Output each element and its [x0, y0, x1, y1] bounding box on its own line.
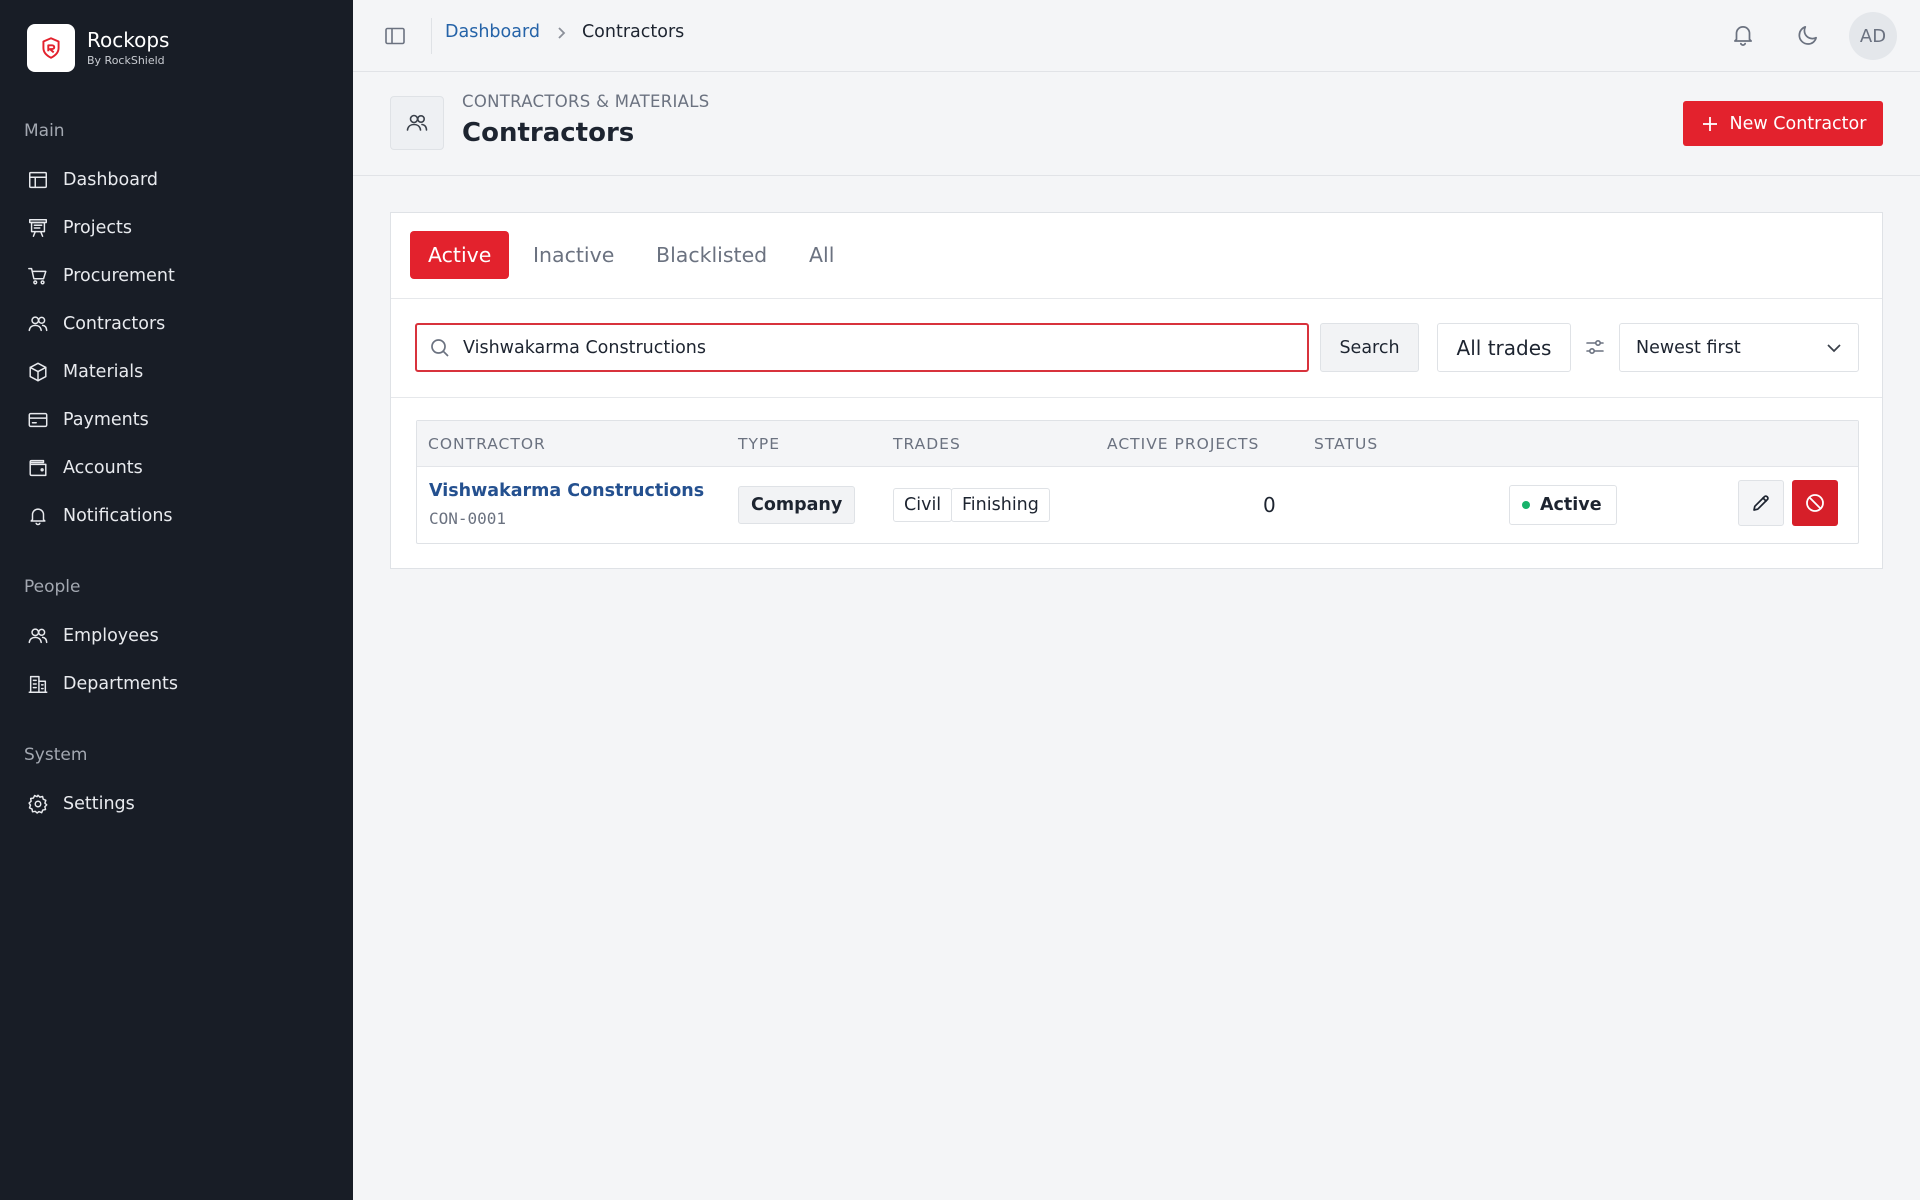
sidebar-item-procurement[interactable]: Procurement: [27, 261, 175, 291]
sidebar-item-label: Projects: [63, 218, 132, 238]
building-icon: [27, 673, 49, 695]
sidebar-item-dashboard[interactable]: Dashboard: [27, 165, 158, 195]
tab-all[interactable]: All: [809, 231, 834, 279]
trades-select[interactable]: All trades: [1437, 323, 1571, 372]
sidebar-item-contractors[interactable]: Contractors: [27, 309, 165, 339]
projects-icon: [27, 217, 49, 239]
column-header-active-projects[interactable]: ACTIVE PROJECTS: [1107, 435, 1259, 453]
search-field[interactable]: [415, 323, 1309, 372]
credit-card-icon: [27, 409, 49, 431]
sidebar-item-payments[interactable]: Payments: [27, 405, 149, 435]
sidebar-item-label: Accounts: [63, 458, 143, 478]
status-label: Active: [1540, 495, 1602, 515]
brand-subtitle: By RockShield: [87, 54, 165, 67]
contractors-table: CONTRACTOR TYPE TRADES ACTIVE PROJECTS S…: [416, 420, 1859, 544]
contractor-code: CON-0001: [429, 509, 507, 528]
avatar[interactable]: AD: [1849, 12, 1897, 60]
active-projects-count: 0: [1263, 493, 1276, 517]
nav-section-main: Main: [24, 121, 65, 141]
bell-icon[interactable]: [1730, 22, 1756, 48]
brand-logo-icon: [27, 24, 75, 72]
sidebar-item-settings[interactable]: Settings: [27, 789, 135, 819]
wallet-icon: [27, 457, 49, 479]
tab-inactive[interactable]: Inactive: [533, 231, 614, 279]
divider: [431, 18, 432, 54]
page-eyebrow: CONTRACTORS & MATERIALS: [462, 92, 710, 111]
sidebar: Rockops By RockShield Main Dashboard Pro…: [0, 0, 353, 1200]
sidebar-item-label: Contractors: [63, 314, 166, 334]
nav-section-people: People: [24, 577, 81, 597]
users-icon: [390, 96, 444, 150]
chevron-right-icon: [554, 25, 568, 39]
sidebar-item-projects[interactable]: Projects: [27, 213, 132, 243]
page-header: CONTRACTORS & MATERIALS Contractors New …: [353, 72, 1920, 176]
trade-badge: Finishing: [951, 488, 1050, 522]
sidebar-item-label: Payments: [63, 410, 149, 430]
bell-icon: [27, 505, 49, 527]
sidebar-item-label: Settings: [63, 794, 135, 814]
dashboard-icon: [27, 169, 49, 191]
users-icon: [27, 313, 49, 335]
users-icon: [27, 625, 49, 647]
sidebar-item-label: Materials: [63, 362, 144, 382]
breadcrumb-dashboard-link[interactable]: Dashboard: [445, 22, 540, 42]
sliders-icon[interactable]: [1583, 335, 1607, 359]
search-input[interactable]: [463, 337, 1283, 358]
status-tabs: Active Inactive Blacklisted All: [391, 213, 1882, 299]
edit-button[interactable]: [1738, 480, 1784, 526]
column-header-type[interactable]: TYPE: [738, 435, 780, 453]
sidebar-item-label: Notifications: [63, 506, 173, 526]
sidebar-item-notifications[interactable]: Notifications: [27, 501, 173, 531]
nav-section-system: System: [24, 745, 88, 765]
new-contractor-button[interactable]: New Contractor: [1683, 101, 1883, 146]
type-badge: Company: [738, 486, 856, 524]
tab-blacklisted[interactable]: Blacklisted: [656, 231, 767, 279]
sidebar-item-label: Dashboard: [63, 170, 158, 190]
brand-name: Rockops: [87, 28, 170, 52]
new-contractor-label: New Contractor: [1729, 113, 1867, 134]
column-header-contractor[interactable]: CONTRACTOR: [428, 435, 546, 453]
sidebar-item-label: Employees: [63, 626, 159, 646]
search-icon: [429, 337, 451, 359]
sort-select[interactable]: Newest first: [1619, 323, 1859, 372]
sidebar-item-materials[interactable]: Materials: [27, 357, 143, 387]
breadcrumb: Dashboard Contractors: [445, 22, 684, 42]
sidebar-item-departments[interactable]: Departments: [27, 669, 178, 699]
plus-icon: [1702, 116, 1717, 131]
contractors-card: Active Inactive Blacklisted All Search A…: [390, 212, 1883, 569]
moon-icon[interactable]: [1795, 22, 1821, 48]
topbar: Dashboard Contractors AD: [353, 0, 1920, 72]
search-button[interactable]: Search: [1320, 323, 1419, 372]
sidebar-item-label: Procurement: [63, 266, 175, 286]
blacklist-button[interactable]: [1792, 480, 1838, 526]
breadcrumb-current: Contractors: [581, 22, 685, 42]
chevron-down-icon: [1824, 338, 1844, 358]
sidebar-item-accounts[interactable]: Accounts: [27, 453, 143, 483]
ban-icon: [1806, 494, 1824, 512]
tab-active[interactable]: Active: [410, 231, 510, 279]
trade-badge: Civil: [893, 488, 953, 522]
cart-icon: [27, 265, 49, 287]
table-row[interactable]: Vishwakarma Constructions CON-0001 Compa…: [417, 467, 1858, 543]
pencil-icon: [1753, 495, 1769, 511]
box-icon: [27, 361, 49, 383]
status-dot-icon: [1522, 501, 1530, 509]
column-header-status[interactable]: STATUS: [1314, 435, 1378, 453]
filter-bar: Search All trades Newest first: [391, 299, 1882, 398]
contractor-name-link[interactable]: Vishwakarma Constructions: [429, 481, 704, 501]
gear-icon: [27, 793, 49, 815]
sidebar-item-employees[interactable]: Employees: [27, 621, 159, 651]
sidebar-toggle-icon[interactable]: [383, 24, 407, 48]
sidebar-item-label: Departments: [63, 674, 179, 694]
brand[interactable]: Rockops By RockShield: [27, 24, 169, 72]
table-header: CONTRACTOR TYPE TRADES ACTIVE PROJECTS S…: [417, 421, 1858, 467]
sort-select-value: Newest first: [1636, 337, 1741, 358]
status-badge: Active: [1509, 485, 1617, 525]
page-title: Contractors: [462, 118, 635, 148]
column-header-trades[interactable]: TRADES: [893, 435, 961, 453]
